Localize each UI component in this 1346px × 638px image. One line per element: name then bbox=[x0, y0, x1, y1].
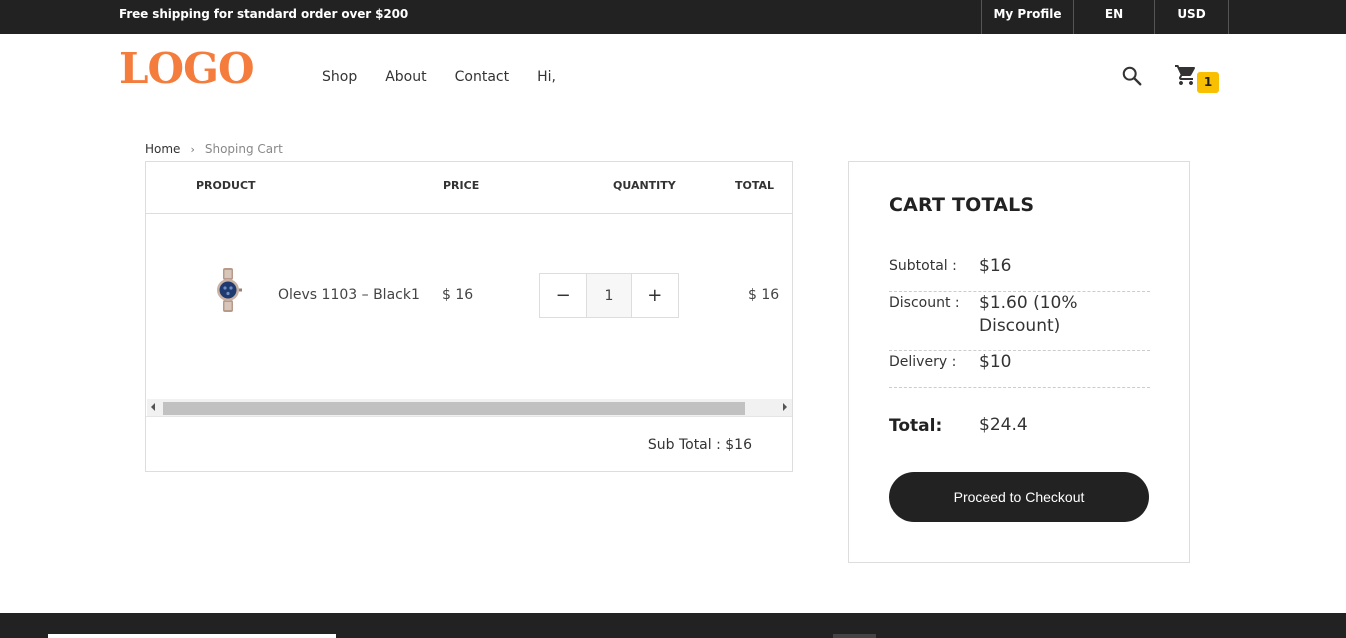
cart-totals-title: CART TOTALS bbox=[889, 194, 1035, 216]
my-profile-link[interactable]: My Profile bbox=[981, 0, 1073, 34]
nav-shop[interactable]: Shop bbox=[322, 68, 357, 86]
cart-icon[interactable] bbox=[1173, 63, 1199, 87]
nav-greeting[interactable]: Hi, bbox=[537, 68, 556, 86]
quantity-input[interactable]: 1 bbox=[586, 274, 632, 317]
product-price: $ 16 bbox=[442, 287, 474, 303]
breadcrumb: Home › Shoping Cart bbox=[145, 142, 283, 156]
cart-count-badge: 1 bbox=[1197, 72, 1219, 93]
cart-totals-panel: CART TOTALS Subtotal : $16 Discount : $1… bbox=[848, 161, 1190, 563]
proceed-to-checkout-button[interactable]: Proceed to Checkout bbox=[889, 472, 1149, 522]
quantity-decrease-button[interactable]: − bbox=[540, 274, 586, 317]
scrollbar-thumb[interactable] bbox=[163, 402, 745, 415]
total-label: Total: bbox=[889, 416, 943, 436]
nav-contact[interactable]: Contact bbox=[455, 68, 509, 86]
top-bar-links: My Profile EN USD bbox=[981, 0, 1229, 34]
promo-text: Free shipping for standard order over $2… bbox=[119, 7, 409, 21]
breadcrumb-home[interactable]: Home bbox=[145, 142, 180, 156]
search-icon[interactable] bbox=[1121, 65, 1143, 87]
language-selector[interactable]: EN bbox=[1073, 0, 1154, 34]
horizontal-scrollbar[interactable] bbox=[147, 399, 792, 416]
footer bbox=[0, 613, 1346, 638]
top-bar: Free shipping for standard order over $2… bbox=[0, 0, 1346, 34]
cart-table: PRODUCT PRICE QUANTITY TOTAL Olevs 1103 … bbox=[145, 161, 793, 472]
column-header-quantity: QUANTITY bbox=[613, 179, 676, 192]
breadcrumb-current: Shoping Cart bbox=[204, 142, 283, 156]
footer-element bbox=[833, 634, 876, 638]
product-image[interactable] bbox=[213, 268, 243, 312]
product-total: $ 16 bbox=[748, 287, 780, 303]
column-header-total: TOTAL bbox=[735, 179, 775, 192]
column-header-price: PRICE bbox=[443, 179, 480, 192]
scroll-left-arrow-icon[interactable] bbox=[151, 403, 155, 411]
newsletter-input[interactable] bbox=[48, 634, 336, 638]
cart-subtotal: Sub Total : $16 bbox=[647, 437, 752, 453]
breadcrumb-separator: › bbox=[190, 142, 195, 156]
subtotal-label: Subtotal : bbox=[889, 258, 957, 274]
subtotal-divider bbox=[146, 416, 792, 417]
scroll-right-arrow-icon[interactable] bbox=[783, 403, 787, 411]
currency-selector[interactable]: USD bbox=[1154, 0, 1229, 34]
header-divider bbox=[146, 213, 792, 214]
discount-label: Discount : bbox=[889, 295, 960, 311]
logo[interactable]: LOGO bbox=[119, 44, 255, 94]
delivery-value: $10 bbox=[979, 352, 1012, 372]
delivery-label: Delivery : bbox=[889, 354, 957, 370]
total-value: $24.4 bbox=[979, 415, 1028, 435]
quantity-stepper: − 1 + bbox=[539, 273, 679, 318]
main-nav: Shop About Contact Hi, bbox=[322, 68, 556, 86]
totals-divider bbox=[889, 387, 1150, 388]
subtotal-value: $16 bbox=[979, 256, 1012, 276]
quantity-increase-button[interactable]: + bbox=[632, 274, 678, 317]
column-header-product: PRODUCT bbox=[196, 179, 256, 192]
product-name[interactable]: Olevs 1103 – Black1 bbox=[278, 287, 420, 303]
discount-value: $1.60 (10% Discount) bbox=[979, 293, 1078, 336]
nav-about[interactable]: About bbox=[385, 68, 426, 86]
